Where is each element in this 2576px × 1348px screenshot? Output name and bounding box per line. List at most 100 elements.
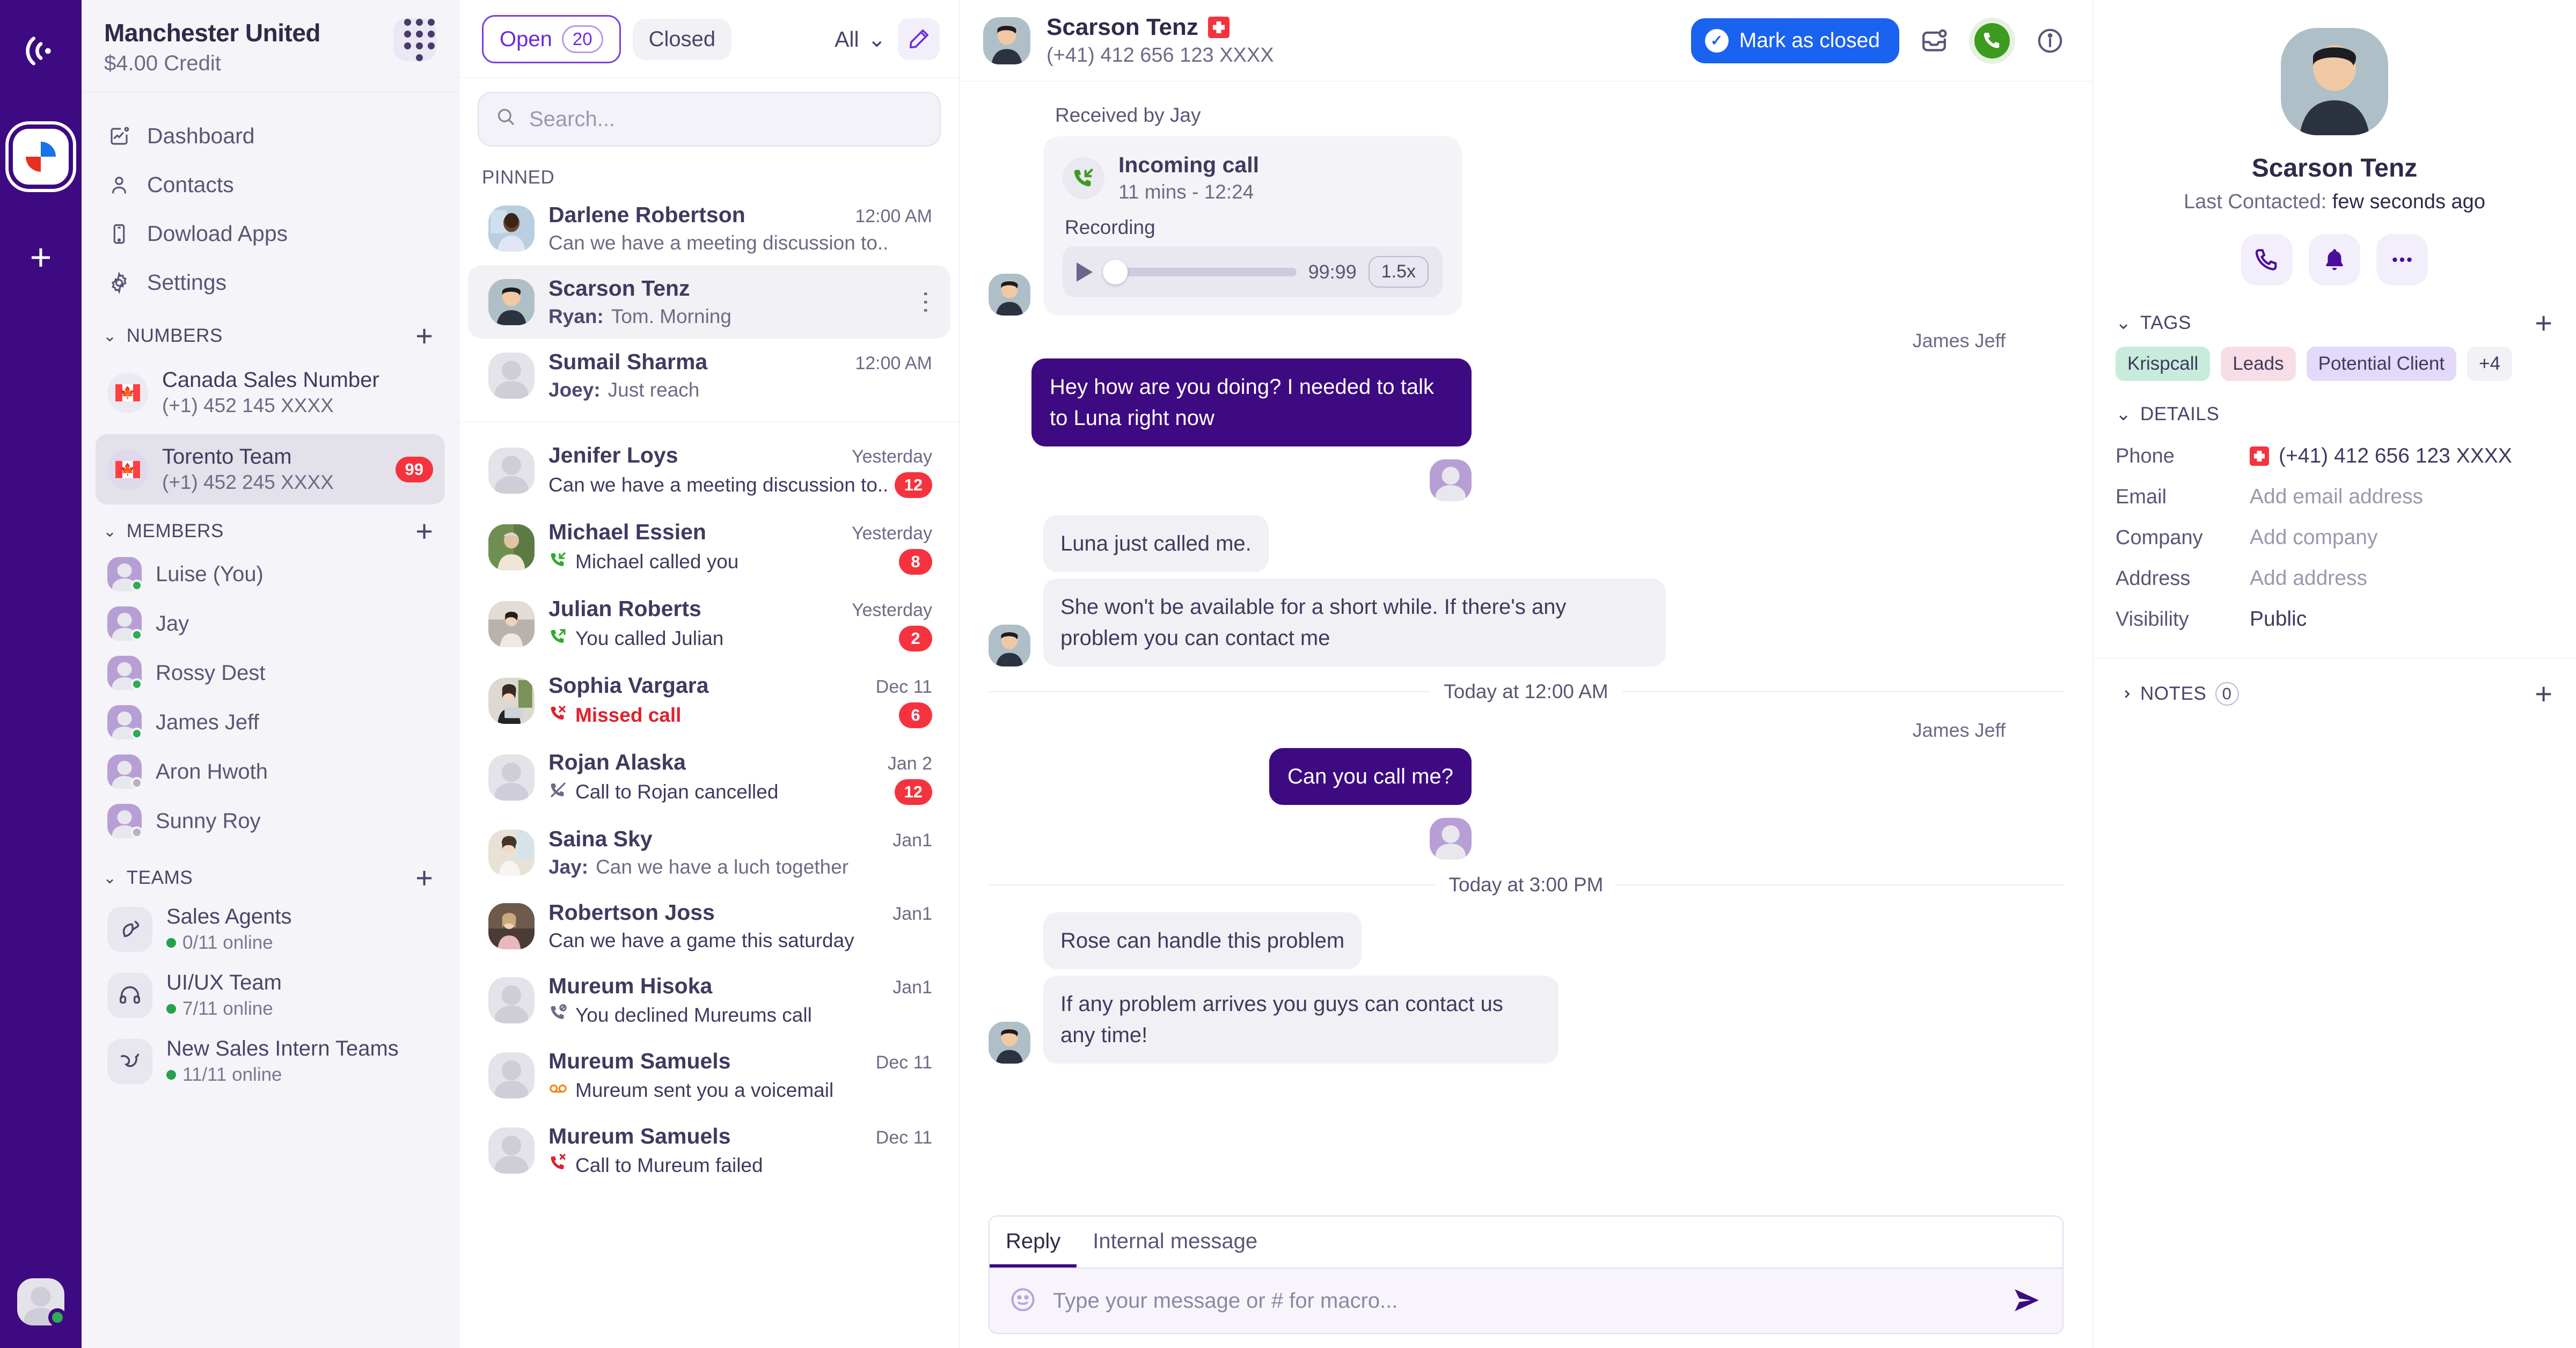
detail-value[interactable]: Add company <box>2250 526 2377 550</box>
send-icon[interactable] <box>2011 1285 2043 1317</box>
mark-as-closed-label: Mark as closed <box>1739 28 1880 52</box>
conversation-item-saina-sky[interactable]: Saina Sky Jan1 Jay: Can we have a luch tog… <box>468 816 950 889</box>
message-bubble-incoming: Luna just called me. <box>1043 515 1269 572</box>
numbers-title-wrap[interactable]: ⌄ NUMBERS <box>103 325 223 347</box>
sidebar-item-download-apps[interactable]: Dowload Apps <box>82 209 459 258</box>
member-item[interactable]: Jay <box>82 599 459 648</box>
team-item-uiux[interactable]: UI/UX Team 7/11 online <box>82 962 459 1028</box>
playback-speed-button[interactable]: 1.5x <box>1368 256 1429 288</box>
switzerland-flag-icon <box>1208 17 1230 38</box>
member-item[interactable]: Sunny Roy <box>82 796 459 846</box>
tab-closed[interactable]: Closed <box>632 18 732 60</box>
search-box[interactable] <box>478 92 941 146</box>
emoji-icon[interactable] <box>1009 1286 1039 1316</box>
tab-internal-message[interactable]: Internal message <box>1077 1217 1274 1268</box>
team-name: Sales Agents <box>166 905 292 928</box>
sidebar-item-label: Dowload Apps <box>147 221 288 246</box>
add-number-button[interactable]: + <box>415 321 433 350</box>
incoming-call-card: Incoming call 11 mins - 12:24 Recording … <box>1043 136 1462 316</box>
detail-value[interactable]: Public <box>2250 607 2307 631</box>
call-icon[interactable] <box>1969 17 2015 64</box>
number-item-torento-team[interactable]: 🍁 Torento Team (+1) 452 245 XXXX 99 <box>96 434 445 504</box>
phone-icon[interactable] <box>2241 234 2293 285</box>
conversation-item-mureum-samuels-failed[interactable]: Mureum Samuels Dec 11 Call to Mureum fail… <box>468 1113 950 1188</box>
add-tag-button[interactable]: + <box>2535 308 2552 338</box>
avatar <box>107 557 143 591</box>
teams-title-wrap[interactable]: ⌄ TEAMS <box>103 867 193 889</box>
avatar <box>488 205 535 252</box>
team-item-sales-agents[interactable]: Sales Agents 0/11 online <box>82 896 459 962</box>
notes-title-wrap[interactable]: ⌄ NOTES 0 <box>2113 682 2239 706</box>
conversation-preview: Can we have a meeting discussion to.. <box>548 474 887 496</box>
compose-icon[interactable] <box>898 18 940 60</box>
conversation-item-mureum-samuels-voicemail[interactable]: Mureum Samuels Dec 11 Mureum sent you a v… <box>468 1038 950 1113</box>
tab-open[interactable]: Open 20 <box>482 15 621 63</box>
conversation-name: Robertson Joss <box>548 900 715 925</box>
more-icon[interactable] <box>2376 234 2428 285</box>
member-item[interactable]: Luise (You) <box>82 550 459 599</box>
search-input[interactable] <box>529 107 924 131</box>
member-item[interactable]: James Jeff <box>82 698 459 747</box>
member-item[interactable]: Rossy Dest <box>82 648 459 698</box>
details-title-wrap[interactable]: ⌄ DETAILS <box>2116 404 2219 425</box>
detail-row-phone: Phone (+41) 412 656 123 XXXX <box>2116 436 2553 477</box>
conversation-more-icon[interactable]: ⋯ <box>912 290 940 314</box>
user-avatar[interactable] <box>17 1278 67 1327</box>
conversation-time: Yesterday <box>852 523 932 544</box>
avatar <box>488 524 535 570</box>
avatar <box>1430 459 1472 501</box>
detail-value[interactable]: (+41) 412 656 123 XXXX <box>2250 444 2512 468</box>
tag-chip[interactable]: Potential Client <box>2306 347 2457 381</box>
progress-track[interactable] <box>1103 259 1297 284</box>
conversation-item-michael-essien[interactable]: Michael Essien Yesterday Michael called y… <box>468 509 950 585</box>
conversation-item-rojan-alaska[interactable]: Rojan Alaska Jan 2 Call to Rojan cancelle… <box>468 739 950 816</box>
dialpad-icon[interactable] <box>393 18 436 61</box>
conversation-item-sumail-sharma[interactable]: Sumail Sharma 12:00 AM Joey: Just reach <box>468 339 950 412</box>
add-workspace-button[interactable]: + <box>30 238 52 276</box>
tag-chip[interactable]: Leads <box>2221 347 2296 381</box>
tags-title-wrap[interactable]: ⌄ TAGS <box>2116 312 2191 334</box>
filter-all-dropdown[interactable]: All ⌄ <box>835 26 886 52</box>
conversation-item-scarson-tenz[interactable]: Scarson Tenz Ryan: Tom. Morning ⋯ <box>468 265 950 339</box>
members-title-wrap[interactable]: ⌄ MEMBERS <box>103 521 224 542</box>
progress-knob[interactable] <box>1103 259 1128 284</box>
conversation-item-sophia-vargara[interactable]: Sophia Vargara Dec 11 Missed call 6 <box>468 662 950 739</box>
team-item-new-sales-intern[interactable]: New Sales Intern Teams 11/11 online <box>82 1028 459 1094</box>
detail-value[interactable]: Add email address <box>2250 485 2423 509</box>
bell-icon[interactable] <box>2309 234 2360 285</box>
day-separator: Today at 12:00 AM <box>989 680 2064 703</box>
conversation-item-robertson-joss[interactable]: Robertson Joss Jan1 Can we have a game th… <box>468 889 950 963</box>
canada-flag-icon: 🍁 <box>107 372 148 413</box>
inbox-icon[interactable] <box>1915 22 1953 60</box>
member-name: Rossy Dest <box>156 661 266 685</box>
krispcall-logo[interactable] <box>13 129 69 185</box>
play-icon[interactable] <box>1077 262 1093 282</box>
detail-value[interactable]: Add address <box>2250 567 2367 590</box>
tab-reply[interactable]: Reply <box>990 1217 1077 1268</box>
message-input[interactable] <box>1053 1288 1997 1313</box>
number-item-canada-sales[interactable]: 🍁 Canada Sales Number (+1) 452 145 XXXX <box>96 357 445 428</box>
team-name: New Sales Intern Teams <box>166 1037 399 1060</box>
sidebar-item-dashboard[interactable]: Dashboard <box>82 112 459 160</box>
conversation-preview: Michael called you <box>548 550 738 574</box>
add-member-button[interactable]: + <box>415 516 433 546</box>
team-online: 11/11 online <box>166 1064 399 1086</box>
sidebar-item-settings[interactable]: Settings <box>82 258 459 307</box>
sidebar-item-contacts[interactable]: Contacts <box>82 160 459 209</box>
add-note-button[interactable]: + <box>2535 679 2552 708</box>
dashboard-icon <box>107 124 131 148</box>
tag-chip-overflow[interactable]: +4 <box>2467 347 2512 381</box>
mark-as-closed-button[interactable]: ✓ Mark as closed <box>1690 18 1899 63</box>
conversation-item-mureum-hisoka[interactable]: Mureum Hisoka Jan1 You declined Mureums c… <box>468 963 950 1038</box>
tag-chip[interactable]: Krispcall <box>2116 347 2211 381</box>
details-rows: Phone (+41) 412 656 123 XXXX Email Add e… <box>2093 430 2576 658</box>
add-team-button[interactable]: + <box>415 863 433 892</box>
member-item[interactable]: Aron Hwoth <box>82 747 459 796</box>
conversation-item-julian-roberts[interactable]: Julian Roberts Yesterday You called Julia… <box>468 585 950 662</box>
declined-call-icon <box>548 1003 568 1027</box>
conversation-name: Saina Sky <box>548 826 653 851</box>
info-icon[interactable] <box>2031 22 2069 60</box>
workspace-sidebar: Manchester United $4.00 Credit Dashboard… <box>82 0 459 1348</box>
conversation-item-darlene-robertson[interactable]: Darlene Robertson 12:00 AM Can we have a … <box>468 192 950 265</box>
conversation-item-jenifer-loys[interactable]: Jenifer Loys Yesterday Can we have a meet… <box>468 432 950 509</box>
